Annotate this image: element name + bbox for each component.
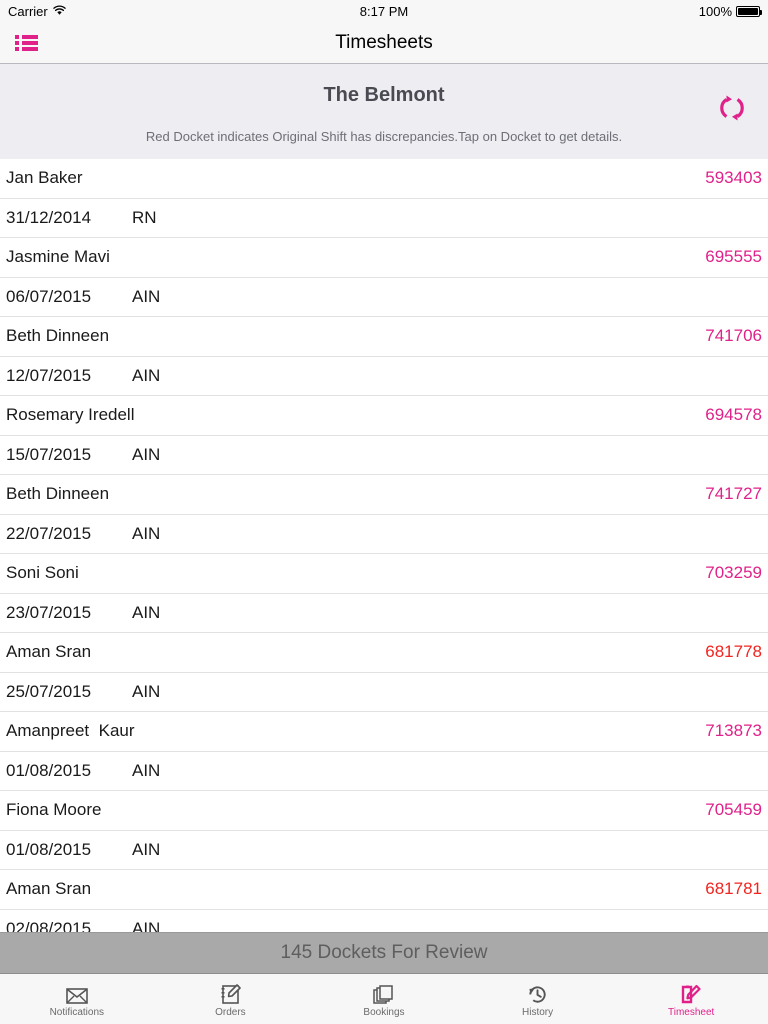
worker-name: Rosemary Iredell (6, 405, 135, 425)
shift-date: 22/07/2015 (6, 523, 92, 543)
dockets-summary-bar: 145 Dockets For Review (0, 932, 768, 974)
table-row-detail[interactable]: 23/07/2015 AIN (0, 594, 768, 633)
shift-date: 01/08/2015 (6, 760, 92, 780)
shift-role: AIN (132, 918, 161, 932)
table-row[interactable]: Jan Baker 593403 (0, 159, 768, 199)
table-row[interactable]: Aman Sran 681778 (0, 633, 768, 673)
tab-notifications[interactable]: Notifications (0, 974, 154, 1024)
docket-number[interactable]: 681781 (705, 879, 762, 899)
venue-name: The Belmont (323, 84, 445, 106)
worker-name: Beth Dinneen (6, 326, 110, 346)
shift-date: 02/08/2015 (6, 918, 92, 932)
shift-date: 31/12/2014 (6, 207, 92, 227)
page-title: Timesheets (335, 31, 433, 53)
status-bar-right: 100% (698, 3, 762, 19)
shift-date: 06/07/2015 (6, 286, 92, 306)
worker-name: Aman Sran (6, 642, 92, 662)
tab-label: Timesheet (668, 1007, 715, 1018)
worker-name: Soni Soni (6, 563, 79, 583)
tab-history[interactable]: History (461, 974, 615, 1024)
battery-full-icon (736, 5, 762, 17)
table-row[interactable]: Amanpreet Kaur 713873 (0, 712, 768, 752)
tab-orders[interactable]: Orders (154, 974, 308, 1024)
table-row[interactable]: Beth Dinneen 741706 (0, 317, 768, 357)
tab-label: Notifications (49, 1007, 105, 1018)
docket-number[interactable]: 694578 (705, 405, 762, 425)
carrier-label: Carrier (8, 3, 48, 19)
docket-number[interactable]: 741727 (705, 484, 762, 504)
clock-back-icon (527, 983, 548, 1005)
envelope-icon (65, 983, 88, 1005)
tab-label: Bookings (363, 1007, 405, 1018)
docket-number[interactable]: 681778 (705, 642, 762, 662)
shift-role: RN (132, 207, 157, 227)
shift-role: AIN (132, 681, 161, 701)
table-row[interactable]: Aman Sran 681781 (0, 870, 768, 910)
tab-bar: Notifications Orders Bookings History Timesh… (0, 974, 768, 1024)
table-row[interactable]: Jasmine Mavi 695555 (0, 238, 768, 278)
docket-number[interactable]: 713873 (705, 721, 762, 741)
worker-name: Aman Sran (6, 879, 92, 899)
shift-role: AIN (132, 365, 161, 385)
table-row[interactable]: Soni Soni 703259 (0, 554, 768, 594)
table-row-detail[interactable]: 02/08/2015 AIN (0, 910, 768, 932)
status-bar: Carrier 8:17 PM 100% (0, 0, 768, 22)
docket-number[interactable]: 695555 (705, 247, 762, 267)
shift-date: 15/07/2015 (6, 444, 92, 464)
docket-number[interactable]: 705459 (705, 800, 762, 820)
docket-number[interactable]: 703259 (705, 563, 762, 583)
table-row-detail[interactable]: 12/07/2015 AIN (0, 357, 768, 396)
tab-label: Orders (215, 1007, 246, 1018)
table-row-detail[interactable]: 15/07/2015 AIN (0, 436, 768, 475)
status-bar-left: Carrier (8, 4, 66, 19)
dockets-summary-label: 145 Dockets For Review (280, 942, 488, 963)
wifi-icon (52, 4, 66, 19)
docket-number[interactable]: 593403 (705, 168, 762, 188)
shift-role: AIN (132, 286, 161, 306)
shift-date: 12/07/2015 (6, 365, 92, 385)
table-row[interactable]: Rosemary Iredell 694578 (0, 396, 768, 436)
pages-stack-icon (373, 983, 394, 1005)
table-row-detail[interactable]: 25/07/2015 AIN (0, 673, 768, 712)
discrepancy-note: Red Docket indicates Original Shift has … (145, 129, 623, 144)
table-row-detail[interactable]: 31/12/2014 RN (0, 199, 768, 238)
venue-header: The Belmont Red Docket indicates Origina… (0, 64, 768, 159)
nav-bar: Timesheets (0, 22, 768, 64)
worker-name: Amanpreet Kaur (6, 721, 135, 741)
shift-role: AIN (132, 444, 161, 464)
list-menu-icon[interactable] (0, 33, 56, 53)
docket-number[interactable]: 741706 (705, 326, 762, 346)
tab-timesheet[interactable]: Timesheet (614, 974, 768, 1024)
shift-date: 23/07/2015 (6, 602, 92, 622)
refresh-sync-icon[interactable] (714, 90, 750, 126)
worker-name: Jasmine Mavi (6, 247, 110, 267)
table-row[interactable]: Beth Dinneen 741727 (0, 475, 768, 515)
table-row-detail[interactable]: 06/07/2015 AIN (0, 278, 768, 317)
table-row-detail[interactable]: 01/08/2015 AIN (0, 831, 768, 870)
worker-name: Jan Baker (6, 168, 83, 188)
shift-role: AIN (132, 602, 161, 622)
timesheet-icon (681, 983, 701, 1005)
status-bar-time: 8:17 PM (359, 3, 409, 19)
table-row-detail[interactable]: 22/07/2015 AIN (0, 515, 768, 554)
shift-date: 25/07/2015 (6, 681, 92, 701)
battery-percent-label: 100% (698, 3, 732, 19)
worker-name: Beth Dinneen (6, 484, 110, 504)
app-root: Carrier 8:17 PM 100% Timesheets The Belm… (0, 0, 768, 1024)
order-pad-icon (220, 983, 241, 1005)
tab-bookings[interactable]: Bookings (307, 974, 461, 1024)
shift-role: AIN (132, 523, 161, 543)
tab-label: History (522, 1007, 554, 1018)
table-row[interactable]: Fiona Moore 705459 (0, 791, 768, 831)
shift-role: AIN (132, 839, 161, 859)
shift-role: AIN (132, 760, 161, 780)
docket-list[interactable]: Jan Baker 593403 31/12/2014 RN Jasmine Mavi 6… (0, 159, 768, 932)
shift-date: 01/08/2015 (6, 839, 92, 859)
worker-name: Fiona Moore (6, 800, 102, 820)
table-row-detail[interactable]: 01/08/2015 AIN (0, 752, 768, 791)
